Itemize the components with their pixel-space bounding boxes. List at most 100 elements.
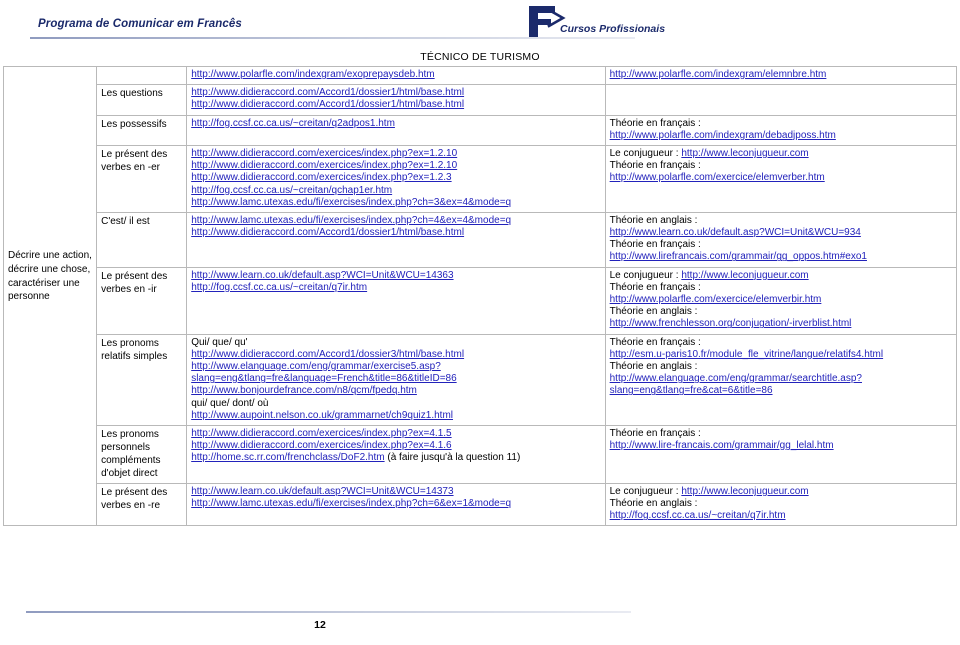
resource-line: Théorie en anglais : xyxy=(610,498,952,510)
resource-link[interactable]: http://www.lamc.utexas.edu/fi/exercises/… xyxy=(191,498,511,509)
resource-link[interactable]: http://www.leconjugueur.com xyxy=(681,148,808,159)
resource-line[interactable]: http://www.polarfle.com/exercice/elemver… xyxy=(610,294,952,306)
resource-link[interactable]: http://esm.u-paris10.fr/module_fle_vitri… xyxy=(610,349,883,360)
resource-line[interactable]: http://fog.ccsf.cc.ca.us/~creitan/q7ir.h… xyxy=(191,282,600,294)
program-title: Programa de Comunicar em Francês xyxy=(38,18,242,30)
topic-cell: Le présent des verbes en -re xyxy=(96,482,188,527)
exercise-links-cell: http://www.learn.co.uk/default.asp?WCI=U… xyxy=(186,266,606,335)
link-suffix-note: (à faire jusqu'à la question 11) xyxy=(384,452,521,464)
resource-link[interactable]: http://fog.ccsf.cc.ca.us/~creitan/q7ir.h… xyxy=(191,282,367,293)
resource-line[interactable]: http://www.lamc.utexas.edu/fi/exercises/… xyxy=(191,498,600,510)
resource-line[interactable]: http://www.learn.co.uk/default.asp?WCI=U… xyxy=(610,227,952,239)
table-row: Les questions http://www.didieraccord.com… xyxy=(4,84,958,116)
resource-link[interactable]: http://www.learn.co.uk/default.asp?WCI=U… xyxy=(610,227,861,238)
resource-link[interactable]: http://www.frenchlesson.org/conjugation/… xyxy=(610,318,852,329)
resource-line[interactable]: http://home.sc.rr.com/frenchclass/DoF2.h… xyxy=(191,452,600,464)
resource-link[interactable]: http://www.elanguage.com/eng/grammar/exe… xyxy=(191,361,456,384)
resource-line[interactable]: http://www.elanguage.com/eng/grammar/exe… xyxy=(191,361,600,385)
resource-link[interactable]: http://www.didieraccord.com/exercices/in… xyxy=(191,172,451,183)
resource-link[interactable]: http://www.polarfle.com/indexgram/elemnb… xyxy=(610,69,827,80)
resource-line[interactable]: Le conjugueur : http://www.leconjugueur.… xyxy=(610,270,952,282)
resource-line[interactable]: http://fog.ccsf.cc.ca.us/~creitan/q7ir.h… xyxy=(610,510,952,522)
resource-line: Théorie en français : xyxy=(610,282,952,294)
resource-line[interactable]: http://www.didieraccord.com/exercices/in… xyxy=(191,148,600,160)
resource-line[interactable]: http://www.didieraccord.com/Accord1/doss… xyxy=(191,349,600,361)
exercise-links-cell: http://www.didieraccord.com/exercices/in… xyxy=(186,144,606,213)
resource-link[interactable]: http://www.learn.co.uk/default.asp?WCI=U… xyxy=(191,270,453,281)
resource-link[interactable]: http://www.didieraccord.com/exercices/in… xyxy=(191,428,451,439)
resource-line[interactable]: http://www.didieraccord.com/exercices/in… xyxy=(191,160,600,172)
resource-link[interactable]: http://www.lirefrancais.com/grammair/gg_… xyxy=(610,251,867,262)
resource-link[interactable]: http://www.didieraccord.com/exercices/in… xyxy=(191,440,451,451)
resource-line[interactable]: http://www.polarfle.com/exercice/elemver… xyxy=(610,172,952,184)
resource-line[interactable]: http://www.polarfle.com/indexgram/exopre… xyxy=(191,69,600,81)
resource-text: Théorie en anglais : xyxy=(609,306,698,318)
resource-link[interactable]: http://fog.ccsf.cc.ca.us/~creitan/qchap1… xyxy=(191,185,392,196)
resource-link[interactable]: http://www.aupoint.nelson.co.uk/grammarn… xyxy=(191,410,453,421)
resource-link[interactable]: http://www.elanguage.com/eng/grammar/sea… xyxy=(610,373,862,396)
theory-links-cell: http://www.polarfle.com/indexgram/elemnb… xyxy=(604,65,958,86)
resource-line[interactable]: http://esm.u-paris10.fr/module_fle_vitri… xyxy=(610,349,952,361)
resource-link[interactable]: http://www.leconjugueur.com xyxy=(681,270,808,281)
resource-link[interactable]: http://www.didieraccord.com/exercices/in… xyxy=(191,148,457,159)
resource-line[interactable]: http://www.lamc.utexas.edu/fi/exercises/… xyxy=(191,197,600,209)
resource-text: Théorie en français : xyxy=(609,117,701,129)
theme-cell: Décrire une action, décrire une chose, c… xyxy=(2,65,98,527)
resource-line[interactable]: http://www.lamc.utexas.edu/fi/exercises/… xyxy=(191,215,600,227)
resource-link[interactable]: http://www.didieraccord.com/Accord1/doss… xyxy=(191,99,464,110)
resource-link[interactable]: http://www.learn.co.uk/default.asp?WCI=U… xyxy=(191,486,453,497)
exercise-links-cell: http://www.lamc.utexas.edu/fi/exercises/… xyxy=(186,211,606,268)
resource-link[interactable]: http://www.polarfle.com/indexgram/exopre… xyxy=(191,69,434,80)
resource-line[interactable]: http://www.didieraccord.com/exercices/in… xyxy=(191,440,600,452)
topic-cell: C'est/ il est xyxy=(96,211,188,268)
resource-line[interactable]: http://www.lirefrancais.com/grammair/gg_… xyxy=(610,251,952,263)
resource-line[interactable]: http://www.elanguage.com/eng/grammar/sea… xyxy=(610,373,952,397)
resource-line[interactable]: http://www.aupoint.nelson.co.uk/grammarn… xyxy=(191,410,600,422)
resource-line[interactable]: http://www.learn.co.uk/default.asp?WCI=U… xyxy=(191,270,600,282)
resource-line[interactable]: http://www.learn.co.uk/default.asp?WCI=U… xyxy=(191,486,600,498)
page-footer: 12 xyxy=(0,611,960,641)
resource-link[interactable]: http://www.didieraccord.com/Accord1/doss… xyxy=(191,87,464,98)
resource-line[interactable]: http://www.didieraccord.com/Accord1/doss… xyxy=(191,87,600,99)
page-header: Programa de Comunicar em Francês Cursos … xyxy=(0,0,960,48)
resource-line[interactable]: http://www.lire-francais.com/grammair/gg… xyxy=(610,440,952,452)
resource-link[interactable]: http://www.bonjourdefrance.com/n8/qcm/fp… xyxy=(191,385,417,396)
resource-line[interactable]: Le conjugueur : http://www.leconjugueur.… xyxy=(610,486,952,498)
resource-line[interactable]: http://www.didieraccord.com/exercices/in… xyxy=(191,172,600,184)
resource-link[interactable]: http://www.lamc.utexas.edu/fi/exercises/… xyxy=(191,215,511,226)
resource-link[interactable]: http://www.polarfle.com/exercice/elemver… xyxy=(610,172,825,183)
resource-line: Théorie en anglais : xyxy=(610,215,952,227)
resource-line[interactable]: Le conjugueur : http://www.leconjugueur.… xyxy=(610,148,952,160)
resource-line[interactable]: http://www.frenchlesson.org/conjugation/… xyxy=(610,318,952,330)
resource-line: Théorie en français : xyxy=(610,337,952,349)
resource-link[interactable]: http://www.didieraccord.com/exercices/in… xyxy=(191,160,457,171)
resource-line[interactable]: http://fog.ccsf.cc.ca.us/~creitan/qchap1… xyxy=(191,185,600,197)
resource-link[interactable]: http://fog.ccsf.cc.ca.us/~creitan/q7ir.h… xyxy=(610,510,786,521)
resource-text: Théorie en anglais : xyxy=(609,360,698,372)
resource-link[interactable]: http://home.sc.rr.com/frenchclass/DoF2.h… xyxy=(191,452,384,463)
resource-line[interactable]: http://www.polarfle.com/indexgram/elemnb… xyxy=(610,69,952,81)
resource-line[interactable]: http://www.bonjourdefrance.com/n8/qcm/fp… xyxy=(191,385,600,397)
resource-text: Qui/ que/ qu' xyxy=(191,336,248,348)
document-title: TÉCNICO DE TURISMO xyxy=(420,51,540,63)
resource-text: Théorie en français : xyxy=(609,336,701,348)
resource-line: qui/ que/ dont/ où xyxy=(191,398,600,410)
resource-line[interactable]: http://www.polarfle.com/indexgram/debadj… xyxy=(610,130,952,142)
exercise-links-cell: http://www.learn.co.uk/default.asp?WCI=U… xyxy=(186,482,606,527)
theme-label: Décrire une action, décrire une chose, c… xyxy=(8,250,92,303)
resource-link[interactable]: http://www.polarfle.com/exercice/elemver… xyxy=(610,294,822,305)
topic-cell: Les pronoms personnels compléments d'obj… xyxy=(96,424,188,484)
resource-link[interactable]: http://www.polarfle.com/indexgram/debadj… xyxy=(610,130,836,141)
resource-link[interactable]: http://www.lamc.utexas.edu/fi/exercises/… xyxy=(191,197,511,208)
resource-line[interactable]: http://www.didieraccord.com/Accord1/doss… xyxy=(191,99,600,111)
brand-label: Cursos Profissionais xyxy=(560,23,666,35)
resource-link[interactable]: http://www.didieraccord.com/Accord1/doss… xyxy=(191,227,464,238)
resource-line[interactable]: http://www.didieraccord.com/exercices/in… xyxy=(191,428,600,440)
resource-line[interactable]: http://www.didieraccord.com/Accord1/doss… xyxy=(191,227,600,239)
resource-link[interactable]: http://www.leconjugueur.com xyxy=(681,486,808,497)
resource-line[interactable]: http://fog.ccsf.cc.ca.us/~creitan/q2adpo… xyxy=(191,118,600,130)
resource-link[interactable]: http://www.lire-francais.com/grammair/gg… xyxy=(610,440,834,451)
resource-link[interactable]: http://www.didieraccord.com/Accord1/doss… xyxy=(191,349,464,360)
table-row: Le présent des verbes en -re http://www.l… xyxy=(4,482,958,527)
resource-link[interactable]: http://fog.ccsf.cc.ca.us/~creitan/q2adpo… xyxy=(191,118,395,129)
